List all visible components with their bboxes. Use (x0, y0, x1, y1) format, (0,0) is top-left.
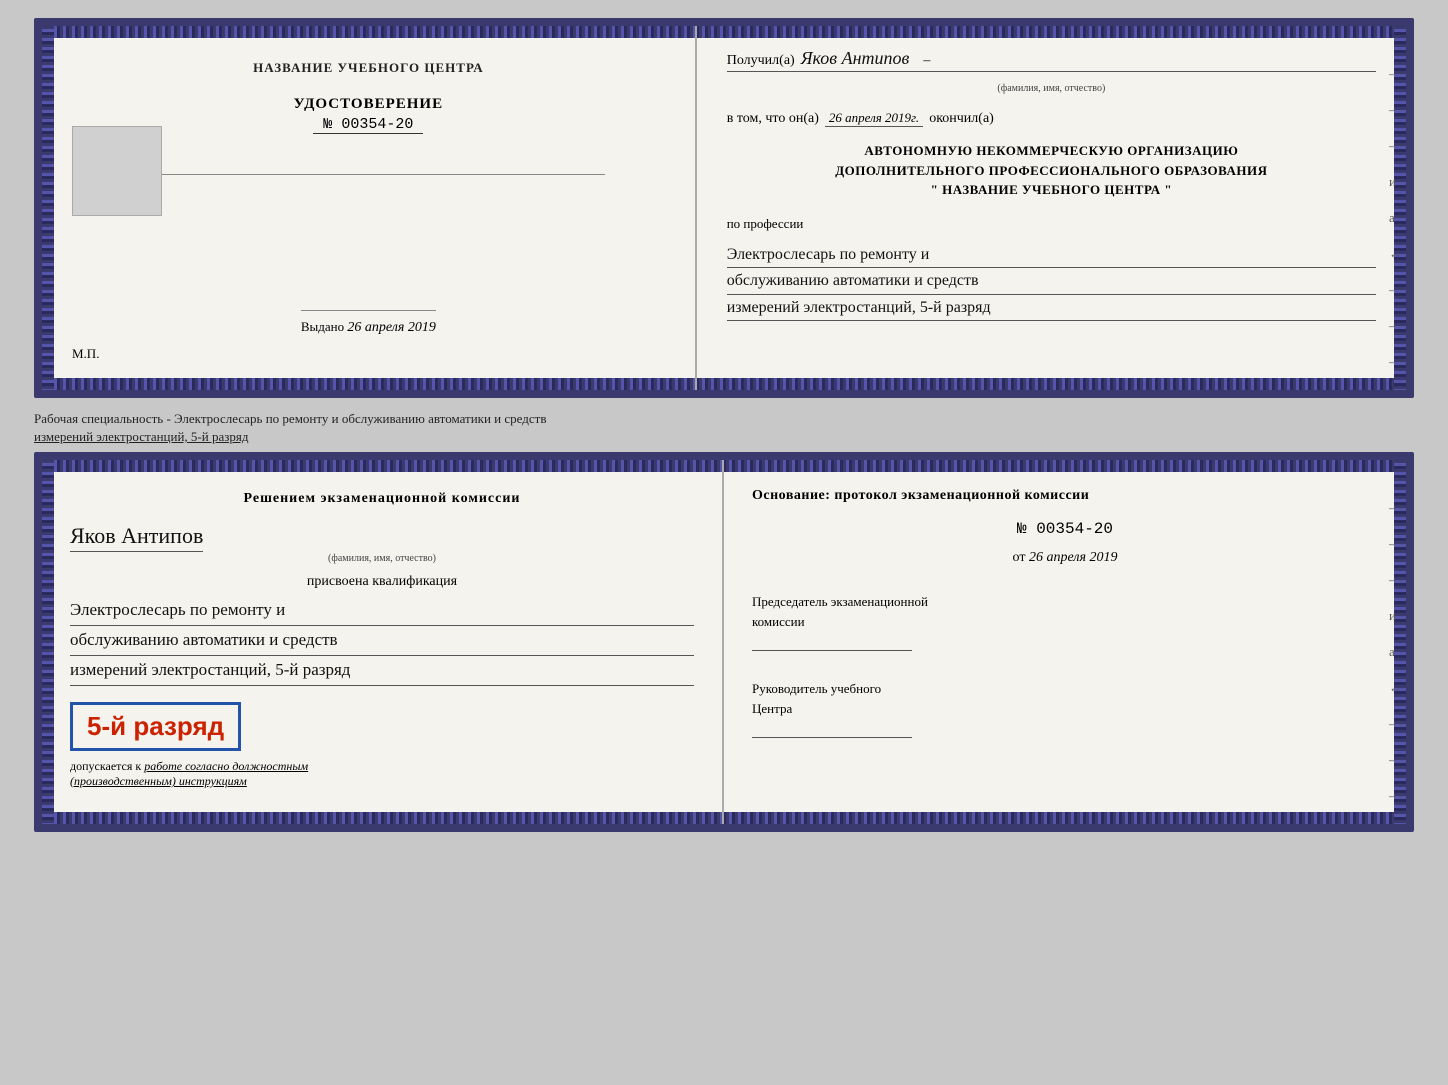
ruk-title1: Руководитель учебного (752, 681, 881, 696)
top-doc-left: НАЗВАНИЕ УЧЕБНОГО ЦЕНТРА УДОСТОВЕРЕНИЕ №… (42, 26, 697, 390)
prisvoena-line: присвоена квалификация (70, 574, 694, 590)
separator-line1: Рабочая специальность - Электрослесарь п… (34, 410, 1414, 428)
prof-handwriting-block: Электрослесарь по ремонту и обслуживанию… (727, 242, 1376, 322)
bottom-fio-block: Яков Антипов (фамилия, имя, отчество) (70, 517, 694, 564)
razryad-badge-block: 5-й разряд (70, 694, 694, 751)
separator-text-block: Рабочая специальность - Электрослесарь п… (34, 410, 1414, 446)
resheniem-title: Решением экзаменационной комиссии (70, 488, 694, 509)
vtom-line: в том, что он(а) 26 апреля 2019г. окончи… (727, 110, 1376, 127)
org-line2: ДОПОЛНИТЕЛЬНОГО ПРОФЕССИОНАЛЬНОГО ОБРАЗО… (727, 161, 1376, 181)
dopusk-val2: (производственным) инструкциям (70, 774, 247, 788)
dopusk-val: работе согласно должностным (144, 759, 308, 773)
udostoverenie-num: № 00354-20 (313, 116, 423, 134)
side-marks-top: – – – и а ← – – – (1389, 66, 1402, 370)
kvali-block: Электрослесарь по ремонту и обслуживанию… (70, 596, 694, 686)
ruk-title: Руководитель учебного Центра (752, 679, 1378, 718)
prof-line2: обслуживанию автоматики и средств (727, 268, 1376, 295)
bottom-fio-label: (фамилия, имя, отчество) (70, 553, 694, 564)
bottom-doc-left: Решением экзаменационной комиссии Яков А… (42, 460, 724, 824)
dopusk-line: допускается к работе согласно должностны… (70, 759, 694, 789)
okonchil-label: окончил(а) (929, 111, 994, 127)
prof-line1: Электрослесарь по ремонту и (727, 242, 1376, 269)
org-line3: " НАЗВАНИЕ УЧЕБНОГО ЦЕНТРА " (727, 180, 1376, 200)
po-professii-label: по профессии (727, 216, 804, 231)
vtom-date: 26 апреля 2019г. (825, 110, 923, 127)
po-professii: по профессии (727, 216, 1376, 232)
protokol-num: № 00354-20 (752, 520, 1378, 538)
resheniem-title1: Решением экзаменационной комиссии (244, 491, 521, 506)
predsedatel-title1: Председатель экзаменационной (752, 594, 928, 609)
mp-line: М.П. (72, 346, 99, 362)
ot-date: 26 апреля 2019 (1029, 550, 1117, 565)
ruk-signature-line (752, 720, 912, 738)
side-marks-bottom: – – – и а ← – – – (1389, 500, 1402, 804)
osnovanie-title: Основание: протокол экзаменационной коми… (752, 488, 1378, 504)
poluchil-name: Яков Антипов (801, 48, 910, 69)
training-center-title: НАЗВАНИЕ УЧЕБНОГО ЦЕНТРА (253, 60, 484, 76)
predsedatel-signature-line (752, 633, 912, 651)
top-doc-right: Получил(а) Яков Антипов – (фамилия, имя,… (697, 26, 1406, 390)
ot-line: от 26 апреля 2019 (752, 550, 1378, 566)
document-bottom: Решением экзаменационной комиссии Яков А… (34, 452, 1414, 832)
predsedatel-block: Председатель экзаменационной комиссии (752, 592, 1378, 651)
razryad-badge: 5-й разряд (70, 702, 241, 751)
vtom-label: в том, что он(а) (727, 111, 819, 127)
org-block: АВТОНОМНУЮ НЕКОММЕРЧЕСКУЮ ОРГАНИЗАЦИЮ ДО… (727, 141, 1376, 200)
vydano-label: Выдано (301, 319, 344, 334)
predsedatel-title: Председатель экзаменационной комиссии (752, 592, 1378, 631)
dopusk-label: допускается к (70, 759, 141, 773)
kvali-line1: Электрослесарь по ремонту и (70, 596, 694, 626)
vydano-date: 26 апреля 2019 (347, 320, 435, 335)
udostoverenie-title: УДОСТОВЕРЕНИЕ (294, 96, 444, 113)
ruk-title2: Центра (752, 701, 792, 716)
fio-sublabel: (фамилия, имя, отчество) (727, 83, 1376, 94)
kvali-line3: измерений электростанций, 5-й разряд (70, 656, 694, 686)
poluchil-dash: – (923, 53, 930, 69)
stamp-placeholder (72, 126, 162, 216)
bottom-fio-name: Яков Антипов (70, 523, 203, 552)
udostoverenie-block: УДОСТОВЕРЕНИЕ № 00354-20 (294, 96, 444, 134)
poluchil-label: Получил(а) (727, 53, 795, 69)
kvali-line2: обслуживанию автоматики и средств (70, 626, 694, 656)
document-top: НАЗВАНИЕ УЧЕБНОГО ЦЕНТРА УДОСТОВЕРЕНИЕ №… (34, 18, 1414, 398)
fio-label-top: (фамилия, имя, отчество) (727, 82, 1376, 94)
prof-line3: измерений электростанций, 5-й разряд (727, 295, 1376, 322)
vydano-line: Выдано 26 апреля 2019 (301, 310, 436, 336)
predsedatel-title2: комиссии (752, 614, 805, 629)
poluchil-line: Получил(а) Яков Антипов – (727, 48, 1376, 72)
ruk-block: Руководитель учебного Центра (752, 679, 1378, 738)
bottom-doc-right: Основание: протокол экзаменационной коми… (724, 460, 1406, 824)
org-line1: АВТОНОМНУЮ НЕКОММЕРЧЕСКУЮ ОРГАНИЗАЦИЮ (727, 141, 1376, 161)
separator-line2: измерений электростанций, 5-й разряд (34, 428, 1414, 446)
ot-label: от (1013, 550, 1026, 565)
